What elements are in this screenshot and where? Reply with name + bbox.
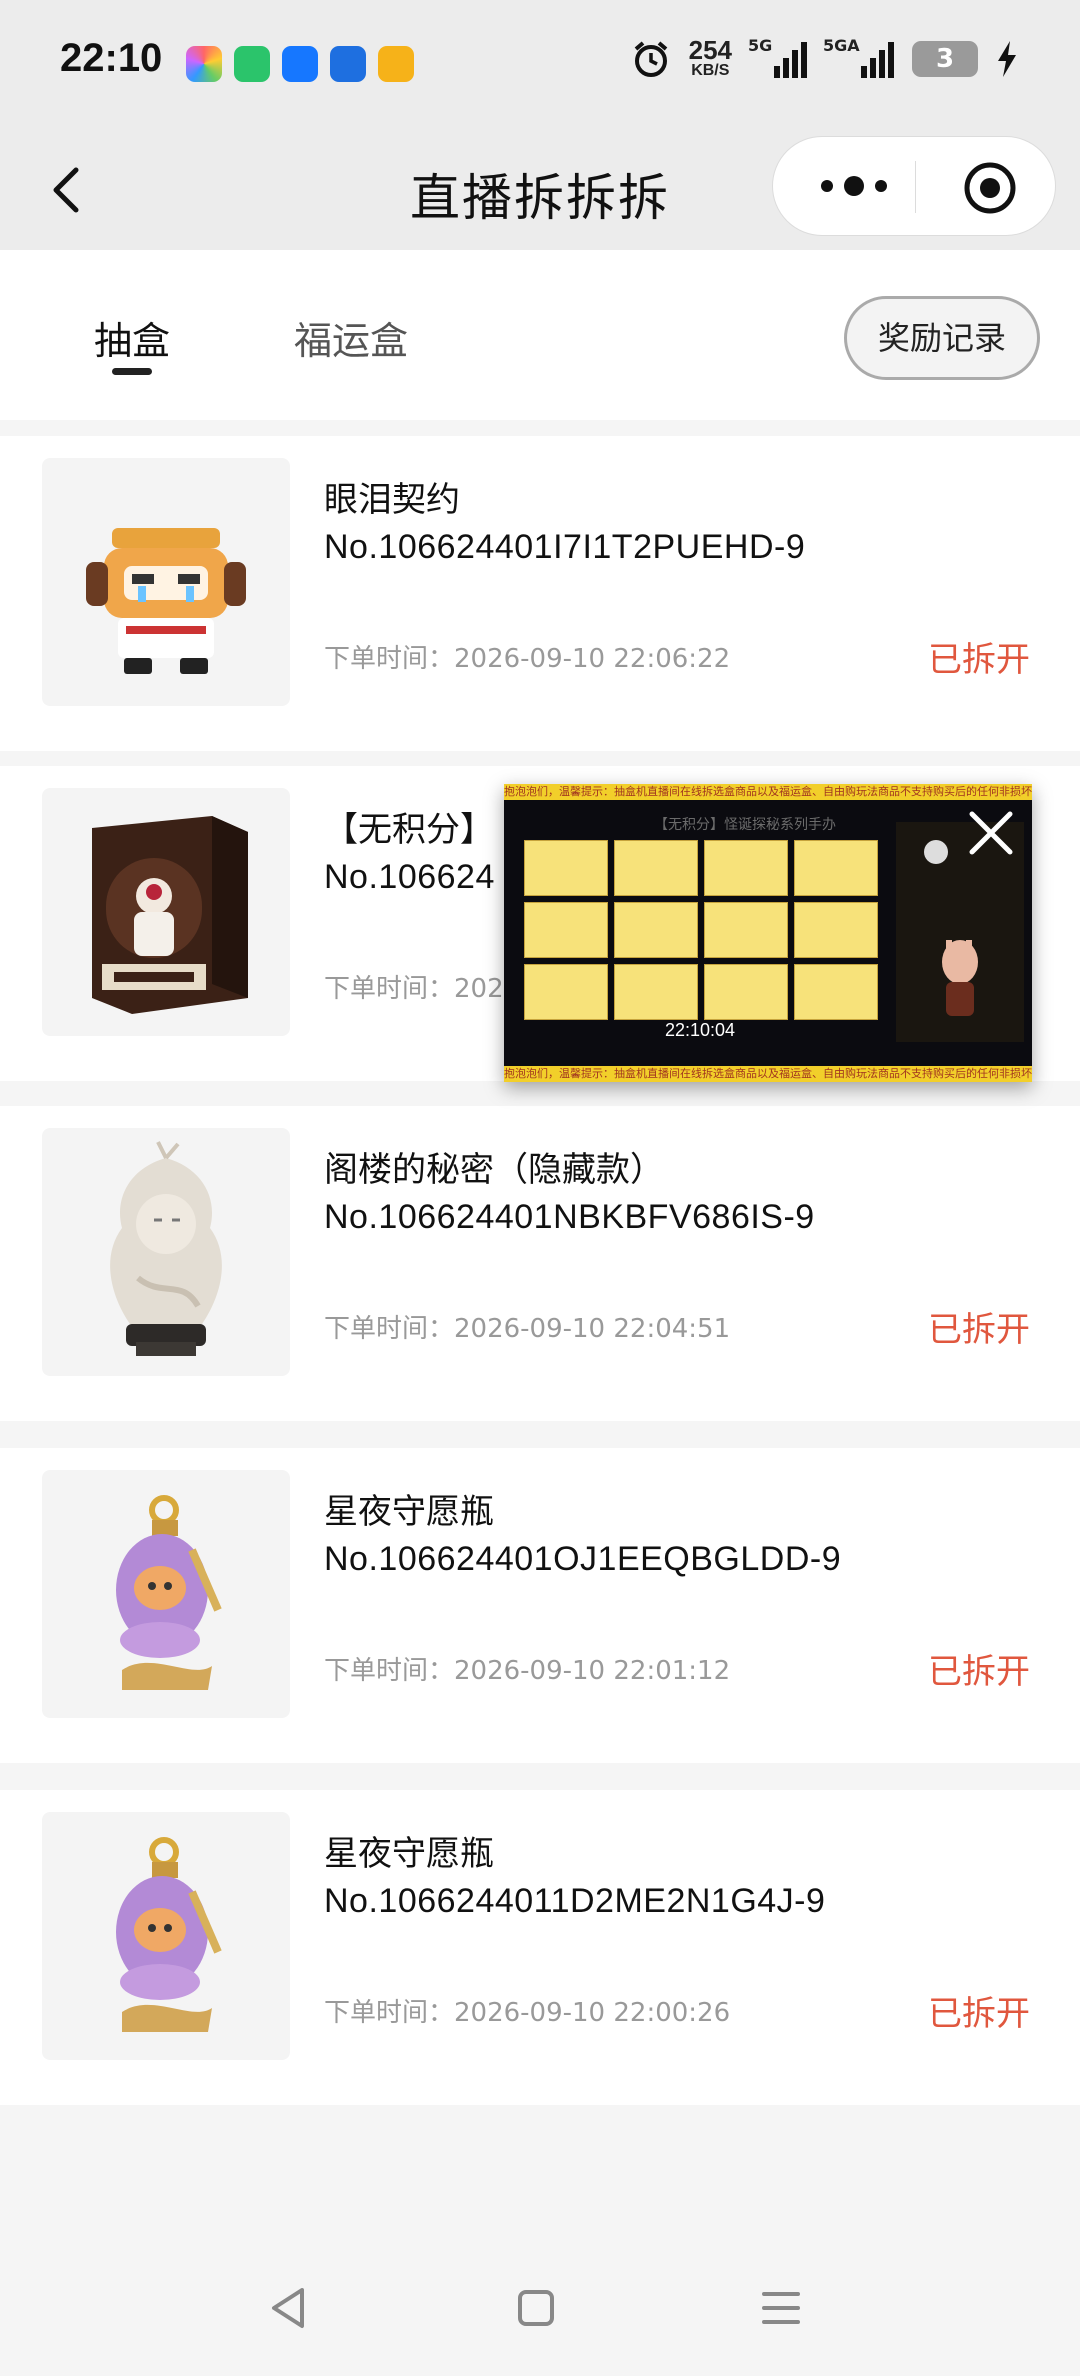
speed-value: 254 [688, 35, 732, 65]
video-box-cell [704, 964, 788, 1020]
system-nav-bar [0, 2240, 1080, 2376]
mini-program-capsule [772, 136, 1056, 236]
order-card[interactable]: 星夜守愿瓶 No.1066244011D2ME2N1G4J-9 下单时间：202… [0, 1790, 1080, 2105]
order-card[interactable]: 眼泪契约 No.106624401I7I1T2PUEHD-9 下单时间：2026… [0, 436, 1080, 751]
signal-label-1: 5G [748, 36, 773, 55]
active-tab-indicator [112, 368, 152, 375]
order-number: No.106624 [324, 858, 495, 896]
signal-icon-1: 5G [748, 36, 807, 78]
status-right: 254 KB/S 5G 5GA 3 [631, 35, 1018, 80]
oddities-box-image [92, 816, 248, 1014]
close-icon[interactable] [964, 806, 1018, 860]
video-box-cell [524, 840, 608, 896]
order-time: 下单时间：2026-09-10 22:06:22 [324, 644, 731, 674]
ticker-top: 抱泡泡们，温馨提示：抽盒机直播间在线拆选盒商品以及福运盒、自由购玩法商品不支持购… [504, 784, 1032, 800]
video-header-text: 【无积分】怪诞探秘系列手办 [654, 817, 836, 833]
reward-record-button[interactable]: 奖励记录 [844, 296, 1040, 380]
app-robot-icon [330, 46, 366, 82]
product-image [42, 1128, 290, 1376]
app-colorful-icon [186, 46, 222, 82]
product-image [42, 1812, 290, 2060]
product-image [42, 458, 290, 706]
order-status: 已拆开 [928, 1310, 1030, 1350]
order-number: No.106624401OJ1EEQBGLDD-9 [324, 1540, 842, 1578]
alarm-icon [634, 41, 667, 77]
crying-figure-image [86, 528, 246, 674]
status-bar: 22:10 254 KB/S 5G 5GA 3 [0, 0, 1080, 130]
alipay-icon [282, 46, 318, 82]
product-name: 星夜守愿瓶 [324, 1492, 494, 1532]
close-program-icon[interactable] [963, 161, 1017, 215]
app-battery-saver-icon [234, 46, 270, 82]
video-box-cell [614, 964, 698, 1020]
video-box-grid [524, 840, 878, 1020]
order-time: 下单时间：202 [324, 974, 504, 1004]
order-time: 下单时间：2026-09-10 22:00:26 [324, 1998, 731, 2028]
home-square-icon[interactable] [516, 2288, 556, 2328]
video-box-cell [794, 902, 878, 958]
product-image [42, 1470, 290, 1718]
floating-live-video[interactable]: 抱泡泡们，温馨提示：抽盒机直播间在线拆选盒商品以及福运盒、自由购玩法商品不支持购… [504, 784, 1032, 1082]
capsule-divider [915, 161, 916, 213]
order-time: 下单时间：2026-09-10 22:01:12 [324, 1656, 731, 1686]
order-number: No.106624401I7I1T2PUEHD-9 [324, 528, 806, 566]
product-name: 阁楼的秘密（隐藏款） [324, 1150, 664, 1190]
battery-level: 3 [935, 44, 955, 74]
order-status: 已拆开 [928, 1994, 1030, 2034]
video-box-cell [794, 840, 878, 896]
back-triangle-icon[interactable] [268, 2286, 308, 2330]
video-box-cell [614, 840, 698, 896]
video-box-cell [704, 902, 788, 958]
product-image [42, 788, 290, 1036]
order-status: 已拆开 [928, 1652, 1030, 1692]
order-status: 已拆开 [928, 640, 1030, 680]
ticker-bottom: 抱泡泡们，温馨提示：抽盒机直播间在线拆选盒商品以及福运盒、自由购玩法商品不支持购… [504, 1066, 1032, 1082]
network-speed: 254 KB/S [688, 35, 732, 80]
video-box-cell [524, 902, 608, 958]
video-timestamp: 22:10:04 [664, 1020, 736, 1040]
order-number: No.1066244011D2ME2N1G4J-9 [324, 1882, 826, 1920]
tab-bar: 抽盒 福运盒 奖励记录 [0, 250, 1080, 420]
video-box-cell [794, 964, 878, 1020]
order-card[interactable]: 阁楼的秘密（隐藏款） No.106624401NBKBFV686IS-9 下单时… [0, 1106, 1080, 1421]
battery-icon: 3 [912, 41, 978, 77]
video-box-cell [524, 964, 608, 1020]
wish-bottle-figure-image [116, 1837, 222, 2032]
recent-apps-icon[interactable] [760, 2286, 802, 2330]
nav-bar: 直播拆拆拆 [0, 130, 1080, 250]
video-box-cell [704, 840, 788, 896]
signal-label-2: 5GA [823, 36, 860, 55]
product-name: 眼泪契约 [324, 480, 460, 520]
product-name: 【无积分】 [324, 810, 494, 850]
order-time: 下单时间：2026-09-10 22:04:51 [324, 1314, 731, 1344]
mail-icon [378, 46, 414, 82]
notification-icons [186, 46, 414, 82]
status-time: 22:10 [60, 36, 163, 80]
attic-secret-figure-image [110, 1141, 222, 1356]
order-card[interactable]: 星夜守愿瓶 No.106624401OJ1EEQBGLDD-9 下单时间：202… [0, 1448, 1080, 1763]
video-box-cell [614, 902, 698, 958]
tab-draw-box[interactable]: 抽盒 [94, 310, 170, 365]
more-icon[interactable] [809, 171, 899, 201]
wish-bottle-figure-image [116, 1495, 222, 1690]
charging-icon [998, 41, 1016, 77]
tab-lucky-box[interactable]: 福运盒 [294, 310, 408, 365]
product-name: 星夜守愿瓶 [324, 1834, 494, 1874]
signal-icon-2: 5GA [823, 36, 894, 78]
speed-unit: KB/S [691, 62, 730, 79]
order-number: No.106624401NBKBFV686IS-9 [324, 1198, 815, 1236]
